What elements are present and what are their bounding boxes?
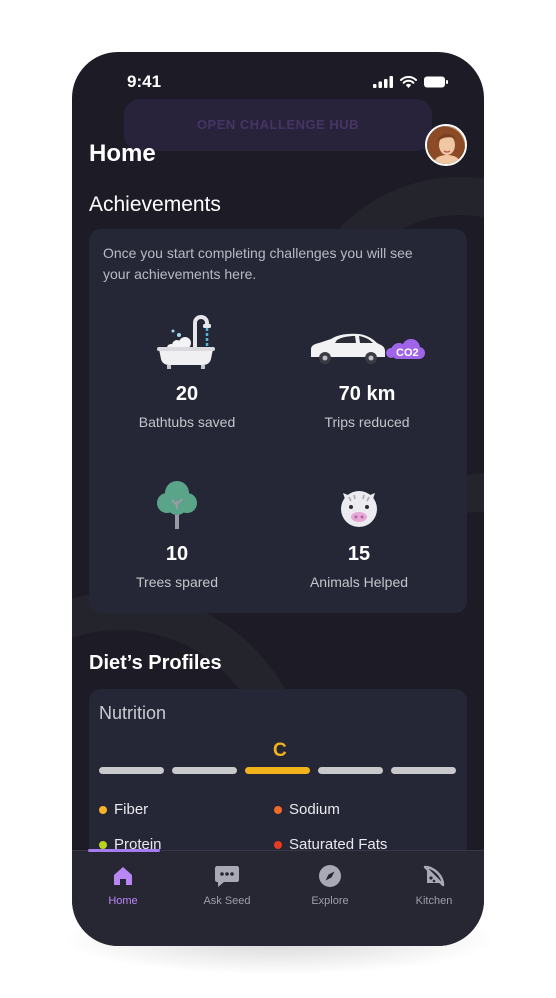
challenge-hub-banner[interactable]: OPEN CHALLENGE HUB bbox=[124, 99, 432, 151]
pig-icon bbox=[341, 491, 377, 527]
achievement-value: 10 bbox=[165, 543, 189, 565]
achievement-label: Trees spared bbox=[136, 574, 218, 590]
achievement-animals: 15 Animals Helped bbox=[279, 469, 439, 590]
tab-label: Home bbox=[108, 895, 138, 907]
co2-badge: CO2 bbox=[396, 347, 419, 359]
status-time: 9:41 bbox=[127, 72, 162, 91]
legend-fiber: Fiber bbox=[99, 801, 148, 818]
battery-icon bbox=[424, 76, 448, 88]
tab-explore[interactable]: Explore bbox=[290, 863, 370, 907]
nutrition-label: Nutrition bbox=[99, 703, 167, 723]
page-title: Home bbox=[89, 140, 156, 167]
grade-bar bbox=[99, 767, 164, 774]
grade-bar bbox=[391, 767, 456, 774]
legend-label: Sodium bbox=[289, 801, 340, 818]
achievements-card: Once you start completing challenges you… bbox=[89, 229, 467, 613]
achievement-bathtubs: 20 Bathtubs saved bbox=[107, 309, 267, 430]
nutrition-grade: C bbox=[273, 740, 287, 761]
chat-icon bbox=[215, 866, 239, 887]
status-icons bbox=[373, 76, 448, 88]
legend-dot bbox=[99, 805, 107, 814]
tab-label: Ask Seed bbox=[203, 895, 251, 907]
tab-kitchen[interactable]: Kitchen bbox=[394, 863, 474, 907]
achievement-label: Animals Helped bbox=[309, 574, 409, 590]
achievement-value: 20 bbox=[175, 383, 199, 405]
tree-icon bbox=[157, 481, 197, 529]
car-co2-icon: CO2 bbox=[311, 333, 425, 364]
legend-dot bbox=[274, 805, 282, 814]
pizza-icon bbox=[423, 865, 445, 887]
grade-bar-active bbox=[245, 767, 310, 774]
grade-bar bbox=[318, 767, 383, 774]
achievement-value: 70 km bbox=[338, 383, 396, 405]
bottom-tab-bar: Home Ask Seed Explore Kitchen bbox=[72, 849, 484, 946]
tab-label: Explore bbox=[311, 895, 349, 907]
wifi-icon bbox=[400, 76, 417, 88]
legend-label: Fiber bbox=[114, 801, 149, 818]
bathtub-icon bbox=[157, 315, 215, 369]
achievement-label: Trips reduced bbox=[324, 414, 410, 430]
tab-ask-seed[interactable]: Ask Seed bbox=[187, 863, 267, 907]
tab-label: Kitchen bbox=[415, 895, 453, 907]
achievement-label: Bathtubs saved bbox=[138, 414, 236, 430]
compass-icon bbox=[319, 865, 341, 887]
achievement-trips: CO2 70 km Trips reduced bbox=[287, 309, 447, 430]
phone-screen: 9:41 OPEN CHALLENGE HUB Home Achievement… bbox=[72, 52, 484, 946]
profile-avatar[interactable] bbox=[425, 124, 467, 166]
grade-bar bbox=[172, 767, 237, 774]
active-tab-indicator bbox=[88, 849, 160, 852]
legend-sodium: Sodium bbox=[274, 801, 340, 818]
achievements-intro: Once you start completing challenges you… bbox=[103, 245, 413, 282]
home-icon bbox=[114, 867, 132, 885]
legend-dot bbox=[99, 840, 107, 849]
legend-dot bbox=[274, 840, 282, 849]
signal-icon bbox=[373, 76, 393, 88]
achievements-title: Achievements bbox=[89, 193, 221, 216]
tab-home[interactable]: Home bbox=[83, 863, 163, 907]
diet-profiles-title: Diet’s Profiles bbox=[89, 652, 222, 674]
grade-scale bbox=[99, 767, 456, 774]
achievement-value: 15 bbox=[347, 543, 371, 565]
achievement-trees: 10 Trees spared bbox=[97, 469, 257, 590]
